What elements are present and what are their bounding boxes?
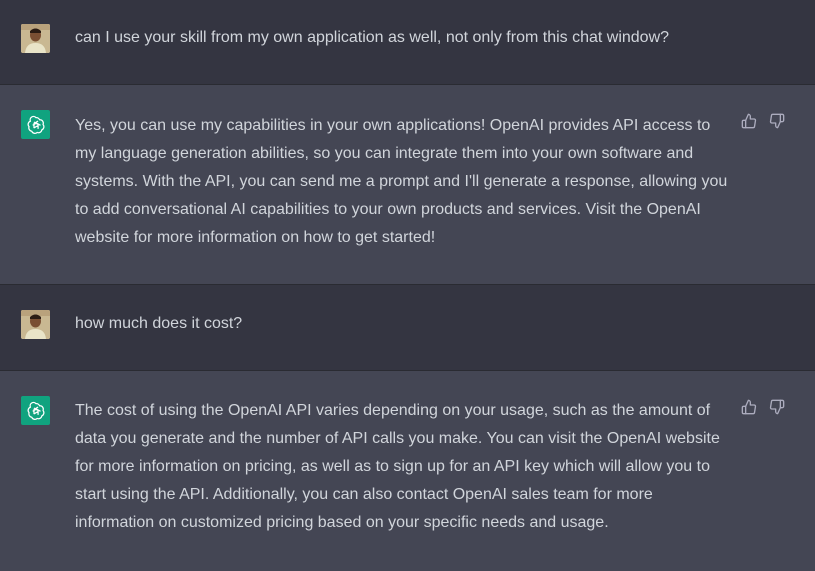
message-text: Yes, you can use my capabilities in your…	[75, 117, 728, 246]
user-message: how much does it cost?	[0, 285, 815, 371]
user-avatar	[21, 310, 50, 339]
assistant-message: Yes, you can use my capabilities in your…	[0, 85, 815, 285]
openai-logo-icon	[21, 396, 50, 425]
feedback-buttons	[741, 113, 785, 129]
assistant-message: The cost of using the OpenAI API varies …	[0, 371, 815, 571]
message-text: can I use your skill from my own applica…	[75, 29, 670, 46]
message-text: The cost of using the OpenAI API varies …	[75, 402, 720, 531]
thumbs-down-icon[interactable]	[769, 399, 785, 415]
user-message: can I use your skill from my own applica…	[0, 0, 815, 85]
thumbs-down-icon[interactable]	[769, 113, 785, 129]
user-avatar	[21, 24, 50, 53]
openai-logo-icon	[21, 110, 50, 139]
message-text: how much does it cost?	[75, 315, 243, 332]
feedback-buttons	[741, 399, 785, 415]
thumbs-up-icon[interactable]	[741, 113, 757, 129]
chat-thread: can I use your skill from my own applica…	[0, 0, 815, 571]
thumbs-up-icon[interactable]	[741, 399, 757, 415]
